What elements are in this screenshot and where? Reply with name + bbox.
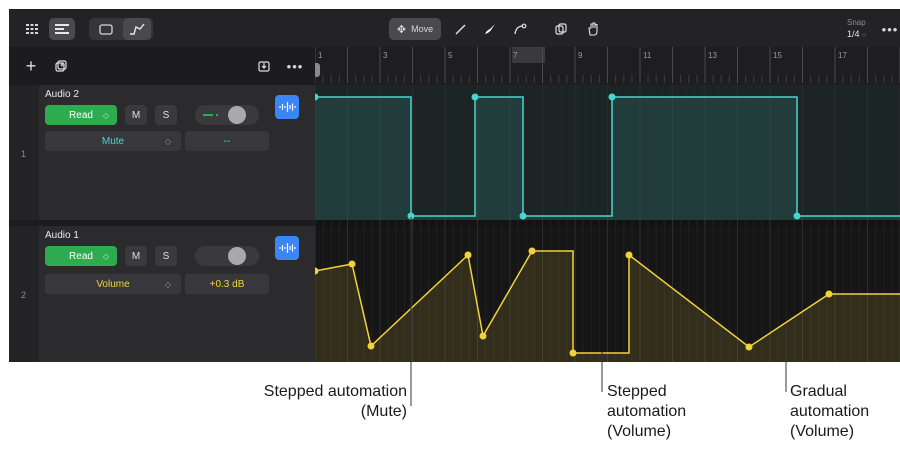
callout-gradual-volume: Gradual automation (Volume)	[790, 383, 870, 440]
callout-stepped-mute: Stepped automation (Mute)	[263, 383, 407, 420]
callout-leader-lines	[410, 217, 787, 406]
callout-stepped-volume: Stepped automation (Volume)	[607, 383, 687, 440]
